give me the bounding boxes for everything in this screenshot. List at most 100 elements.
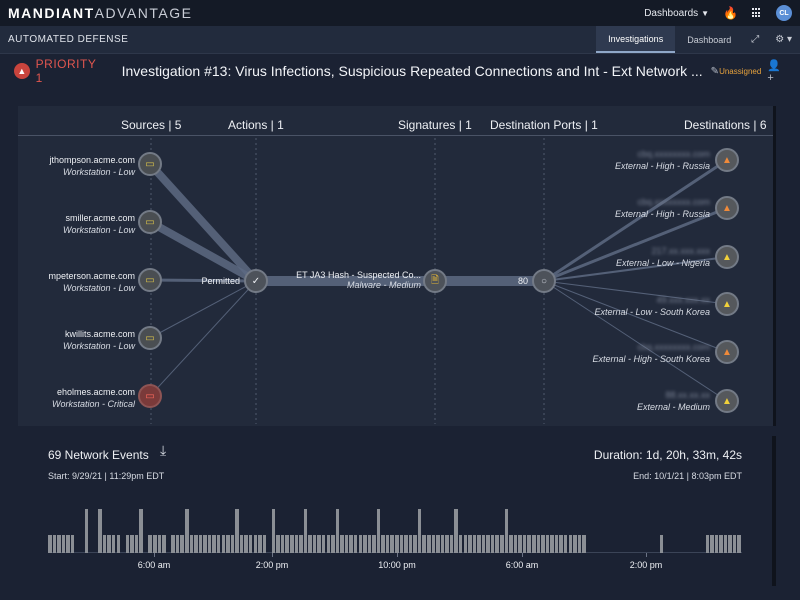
histogram-bar[interactable] — [728, 535, 732, 553]
histogram-bar[interactable] — [171, 535, 175, 553]
tab-dashboard[interactable]: Dashboard — [675, 26, 743, 53]
histogram-bar[interactable] — [527, 535, 531, 553]
histogram-bar[interactable] — [454, 509, 458, 553]
histogram-bar[interactable] — [203, 535, 207, 553]
histogram-bar[interactable] — [271, 509, 276, 553]
histogram-bar[interactable] — [299, 535, 303, 553]
histogram-bar[interactable] — [98, 509, 102, 553]
histogram-bar[interactable] — [477, 535, 481, 553]
histogram-bar[interactable] — [239, 535, 244, 553]
priority-chevron-up-icon[interactable]: ▲ — [14, 63, 30, 79]
histogram-bar[interactable] — [417, 509, 422, 553]
histogram-bar[interactable] — [344, 535, 349, 553]
histogram-bar[interactable] — [235, 509, 239, 553]
histogram-bar[interactable] — [550, 535, 554, 553]
histogram-bar[interactable] — [541, 535, 545, 553]
histogram-bar[interactable] — [472, 535, 477, 553]
histogram-bar[interactable] — [518, 535, 522, 553]
histogram-bar[interactable] — [175, 535, 180, 553]
histogram-bar[interactable] — [308, 535, 312, 553]
histogram-bar[interactable] — [290, 535, 294, 553]
histogram-bar[interactable] — [358, 535, 363, 553]
histogram-bar[interactable] — [500, 535, 504, 553]
histogram-bar[interactable] — [70, 535, 75, 553]
histogram-bar[interactable] — [413, 535, 417, 553]
histogram-bar[interactable] — [554, 535, 559, 553]
histogram-bar[interactable] — [545, 535, 550, 553]
histogram-bar[interactable] — [194, 535, 198, 553]
threat-warning-icon[interactable]: ▲ — [715, 148, 739, 172]
dashboards-dropdown[interactable]: Dashboards ▼ — [644, 8, 709, 19]
histogram-bar[interactable] — [280, 535, 285, 553]
histogram-bar[interactable] — [408, 535, 413, 553]
tab-investigations[interactable]: Investigations — [596, 26, 676, 53]
histogram-bar[interactable] — [226, 535, 230, 553]
histogram-bar[interactable] — [422, 535, 426, 553]
histogram-bar[interactable] — [48, 535, 52, 553]
histogram-bar[interactable] — [340, 535, 344, 553]
download-icon[interactable]: ⤓ — [160, 442, 166, 459]
histogram-bar[interactable] — [705, 535, 710, 553]
events-histogram[interactable] — [48, 496, 742, 553]
histogram-bar[interactable] — [372, 535, 376, 553]
graph-scrollbar[interactable] — [773, 106, 776, 426]
histogram-bar[interactable] — [157, 535, 162, 553]
histogram-bar[interactable] — [317, 535, 321, 553]
histogram-bar[interactable] — [732, 535, 737, 553]
histogram-bar[interactable] — [381, 535, 385, 553]
histogram-bar[interactable] — [107, 535, 111, 553]
histogram-bar[interactable] — [262, 535, 267, 553]
histogram-bar[interactable] — [522, 535, 527, 553]
histogram-bar[interactable] — [221, 535, 226, 553]
histogram-bar[interactable] — [509, 535, 513, 553]
histogram-bar[interactable] — [189, 535, 194, 553]
histogram-bar[interactable] — [577, 535, 582, 553]
histogram-bar[interactable] — [710, 535, 714, 553]
histogram-bar[interactable] — [312, 535, 317, 553]
monitor-icon[interactable]: ▭ — [138, 268, 162, 292]
histogram-bar[interactable] — [335, 509, 340, 553]
histogram-bar[interactable] — [385, 535, 390, 553]
histogram-bar[interactable] — [198, 535, 203, 553]
histogram-bar[interactable] — [582, 535, 586, 553]
histogram-bar[interactable] — [463, 535, 468, 553]
histogram-bar[interactable] — [486, 535, 490, 553]
histogram-bar[interactable] — [513, 535, 518, 553]
histogram-bar[interactable] — [331, 535, 335, 553]
histogram-bar[interactable] — [125, 535, 130, 553]
brand-logo[interactable]: MANDIANT ADVANTAGE — [8, 5, 192, 21]
histogram-bar[interactable] — [737, 535, 741, 553]
histogram-bar[interactable] — [427, 535, 431, 553]
histogram-bar[interactable] — [445, 535, 449, 553]
histogram-bar[interactable] — [294, 535, 299, 553]
histogram-bar[interactable] — [303, 509, 308, 553]
threat-warning-icon[interactable]: ▲ — [715, 245, 739, 269]
histogram-bar[interactable] — [216, 535, 221, 553]
monitor-icon[interactable]: ▭ — [138, 384, 162, 408]
histogram-bar[interactable] — [573, 535, 577, 553]
histogram-bar[interactable] — [207, 535, 212, 553]
histogram-bar[interactable] — [253, 535, 258, 553]
monitor-icon[interactable]: ▭ — [138, 152, 162, 176]
histogram-bar[interactable] — [436, 535, 440, 553]
histogram-bar[interactable] — [139, 509, 143, 553]
histogram-bar[interactable] — [458, 535, 463, 553]
histogram-bar[interactable] — [321, 535, 326, 553]
threat-warning-icon[interactable]: ▲ — [715, 389, 739, 413]
histogram-bar[interactable] — [116, 535, 121, 553]
edit-pencil-icon[interactable]: ✎ — [711, 66, 719, 77]
user-avatar[interactable]: CL — [776, 5, 792, 21]
threat-warning-icon[interactable]: ▲ — [715, 196, 739, 220]
histogram-bar[interactable] — [440, 535, 445, 553]
histogram-bar[interactable] — [258, 535, 262, 553]
histogram-bar[interactable] — [66, 535, 70, 553]
histogram-bar[interactable] — [276, 535, 280, 553]
histogram-bar[interactable] — [719, 535, 723, 553]
threat-warning-icon[interactable]: ▲ — [715, 340, 739, 364]
histogram-bar[interactable] — [363, 535, 367, 553]
monitor-icon[interactable]: ▭ — [138, 326, 162, 350]
histogram-bar[interactable] — [563, 535, 568, 553]
histogram-bar[interactable] — [326, 535, 331, 553]
monitor-icon[interactable]: ▭ — [138, 210, 162, 234]
page-scrollbar[interactable] — [772, 436, 776, 586]
